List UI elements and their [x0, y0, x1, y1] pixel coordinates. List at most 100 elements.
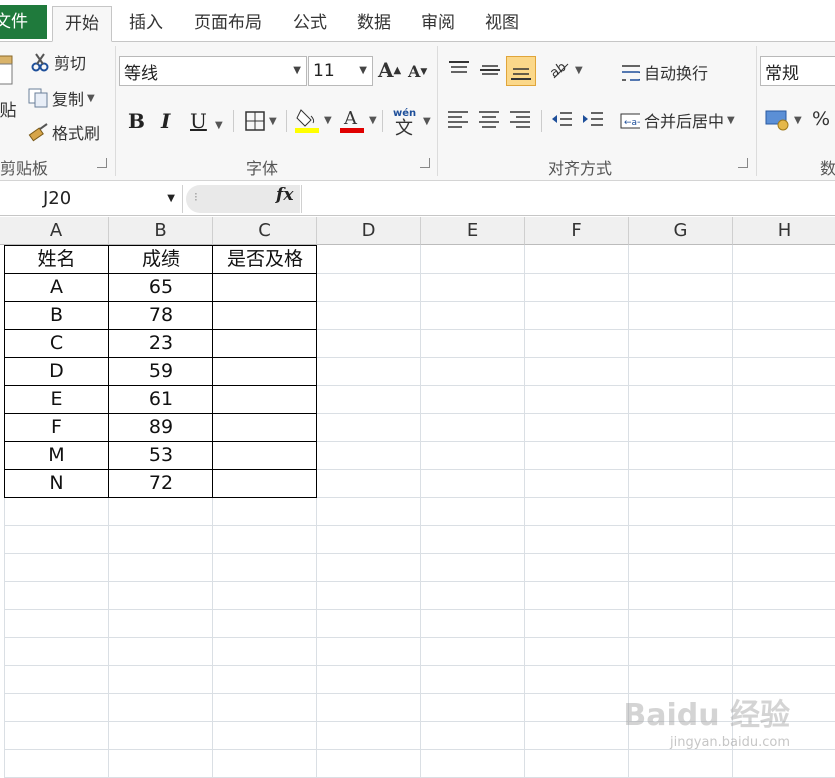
- font-color-icon: A: [340, 108, 364, 133]
- fill-color-icon: [295, 109, 319, 133]
- table-cell[interactable]: B: [4, 301, 109, 329]
- table-cell[interactable]: [213, 357, 317, 385]
- table-cell[interactable]: 65: [109, 273, 213, 301]
- decrease-indent-icon[interactable]: [550, 110, 574, 130]
- group-divider: [115, 46, 116, 176]
- column-header-h[interactable]: H: [733, 217, 835, 245]
- table-cell[interactable]: F: [4, 413, 109, 441]
- copy-dropdown-icon[interactable]: ▼: [87, 93, 95, 104]
- chevron-down-icon: ▼: [575, 64, 583, 76]
- align-bottom-icon: [511, 68, 531, 80]
- font-launcher-icon[interactable]: [420, 158, 430, 168]
- table-cell[interactable]: 78: [109, 301, 213, 329]
- copy-button[interactable]: 复制 ▼: [28, 86, 95, 110]
- increase-indent-icon[interactable]: [581, 110, 605, 130]
- fx-icon: fx: [276, 185, 294, 205]
- column-header-e[interactable]: E: [421, 217, 525, 245]
- table-cell[interactable]: 53: [109, 441, 213, 469]
- align-left-icon[interactable]: [446, 110, 470, 130]
- wrap-text-button[interactable]: 自动换行: [620, 60, 708, 84]
- table-cell[interactable]: D: [4, 357, 109, 385]
- font-name-select[interactable]: 等线 ▼: [119, 56, 307, 86]
- chevron-down-icon: ▼: [369, 114, 377, 126]
- copy-icon: [28, 88, 48, 108]
- table-cell[interactable]: E: [4, 385, 109, 413]
- cut-button[interactable]: 剪切: [30, 50, 86, 74]
- table-cell[interactable]: [213, 329, 317, 357]
- align-top-icon[interactable]: [447, 60, 471, 80]
- italic-button[interactable]: I: [161, 109, 170, 133]
- accounting-format-button[interactable]: ▼: [765, 108, 802, 132]
- align-middle-icon[interactable]: [478, 60, 502, 80]
- fill-color-button[interactable]: ▼: [295, 106, 332, 134]
- tab-formulas[interactable]: 公式: [282, 6, 338, 42]
- formula-input[interactable]: [301, 185, 835, 213]
- header-cell-pass[interactable]: 是否及格: [213, 245, 317, 273]
- chevron-down-icon: ▼: [727, 114, 735, 126]
- table-cell[interactable]: [213, 273, 317, 301]
- cut-label: 剪切: [54, 54, 87, 73]
- tab-view[interactable]: 视图: [474, 6, 530, 42]
- underline-button[interactable]: U: [190, 109, 207, 133]
- header-cell-name[interactable]: 姓名: [4, 245, 109, 273]
- table-cell[interactable]: N: [4, 469, 109, 497]
- column-header-f[interactable]: F: [525, 217, 629, 245]
- alignment-launcher-icon[interactable]: [738, 158, 748, 168]
- tab-home[interactable]: 开始: [52, 6, 112, 42]
- phonetic-guide-button[interactable]: wén 文 ▼: [392, 106, 431, 136]
- align-center-icon[interactable]: [477, 110, 501, 130]
- tab-insert[interactable]: 插入: [118, 6, 174, 42]
- phonetic-icon: wén 文: [393, 107, 416, 136]
- tab-file[interactable]: 文件: [0, 5, 47, 39]
- format-painter-button[interactable]: 格式刷: [28, 120, 100, 144]
- bold-button[interactable]: B: [128, 109, 145, 133]
- copy-label: 复制: [52, 90, 85, 109]
- gridline: [524, 245, 525, 778]
- table-cell[interactable]: [213, 413, 317, 441]
- borders-button[interactable]: ▼: [244, 110, 277, 132]
- merge-center-button[interactable]: ←a→ 合并后居中 ▼: [620, 108, 735, 132]
- grip-handle-icon[interactable]: ⁝: [194, 190, 198, 204]
- currency-icon: [765, 110, 789, 131]
- insert-function-button[interactable]: fx: [276, 185, 293, 205]
- align-right-icon[interactable]: [508, 110, 532, 130]
- svg-text:ab: ab: [548, 60, 569, 82]
- name-box[interactable]: J20 ▼: [0, 185, 183, 213]
- table-cell[interactable]: 72: [109, 469, 213, 497]
- header-cell-score[interactable]: 成绩: [109, 245, 213, 273]
- table-cell[interactable]: 61: [109, 385, 213, 413]
- table-cell[interactable]: [213, 469, 317, 497]
- column-header-g[interactable]: G: [629, 217, 733, 245]
- table-cell[interactable]: [213, 441, 317, 469]
- column-header-a[interactable]: A: [4, 217, 109, 245]
- table-cell[interactable]: 23: [109, 329, 213, 357]
- tab-page-layout[interactable]: 页面布局: [182, 6, 274, 42]
- decrease-font-button[interactable]: A ▼: [408, 62, 427, 81]
- align-bottom-button[interactable]: [506, 56, 536, 86]
- table-cell[interactable]: [213, 385, 317, 413]
- chevron-down-icon: ▼: [167, 193, 175, 204]
- orientation-button[interactable]: ab ▼: [548, 58, 583, 82]
- paste-button[interactable]: 贴: [0, 54, 17, 124]
- table-cell[interactable]: M: [4, 441, 109, 469]
- increase-font-button[interactable]: A ▲: [378, 58, 401, 82]
- number-format-select[interactable]: 常规: [760, 56, 835, 86]
- percent-button[interactable]: %: [812, 108, 830, 130]
- font-size-select[interactable]: 11 ▼: [308, 56, 373, 86]
- column-header-b[interactable]: B: [109, 217, 213, 245]
- clipboard-launcher-icon[interactable]: [97, 158, 107, 168]
- table-cell[interactable]: 59: [109, 357, 213, 385]
- tab-review[interactable]: 审阅: [410, 6, 466, 42]
- column-header-c[interactable]: C: [213, 217, 317, 245]
- svg-text:文: 文: [395, 118, 413, 136]
- text-orientation-icon: ab: [548, 60, 569, 82]
- tab-data[interactable]: 数据: [346, 6, 402, 42]
- paste-label: 贴: [0, 101, 17, 121]
- table-cell[interactable]: [213, 301, 317, 329]
- table-cell[interactable]: C: [4, 329, 109, 357]
- column-header-d[interactable]: D: [317, 217, 421, 245]
- font-color-button[interactable]: A ▼: [340, 106, 377, 134]
- table-cell[interactable]: 89: [109, 413, 213, 441]
- underline-dropdown-icon[interactable]: ▼: [215, 120, 223, 131]
- table-cell[interactable]: A: [4, 273, 109, 301]
